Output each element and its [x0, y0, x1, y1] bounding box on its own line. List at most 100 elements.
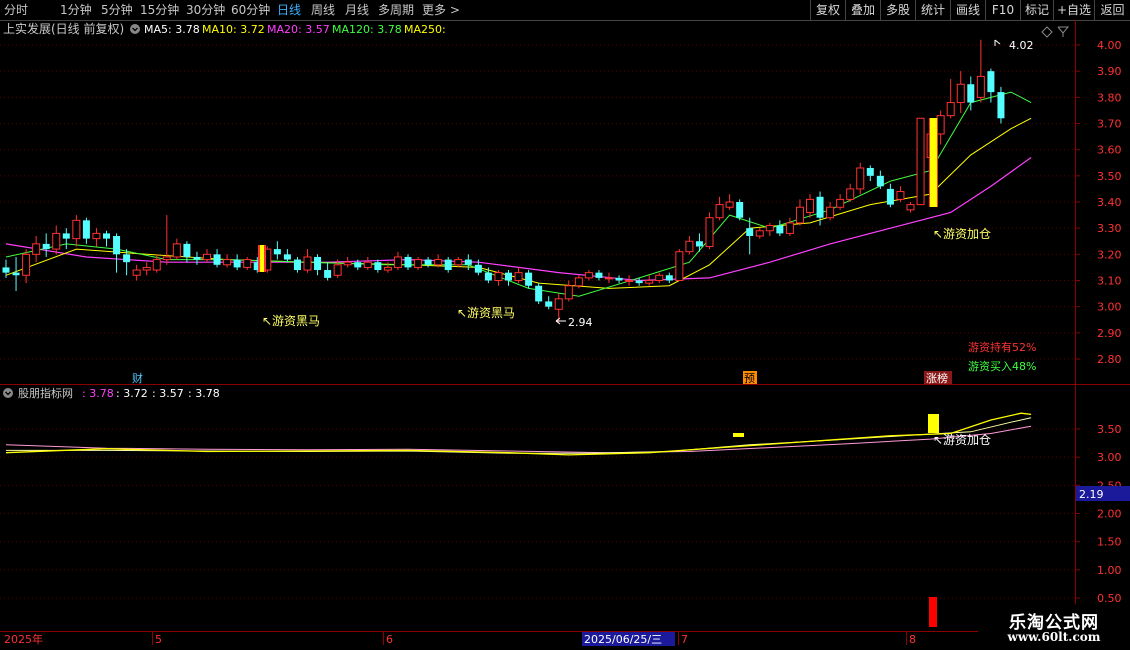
candle-body-up — [363, 261, 372, 268]
candle-body-down — [103, 233, 110, 239]
candle-body-up — [414, 259, 423, 268]
candle-body-down — [42, 243, 50, 250]
marker-forecast[interactable]: 预 — [744, 372, 755, 385]
candle-body-up — [52, 232, 61, 250]
y-tick-label: 4.00 — [1097, 39, 1122, 52]
candle-body-down — [444, 259, 452, 271]
y-tick-label: 1.00 — [1097, 564, 1122, 577]
candle-body-down — [695, 241, 703, 247]
candle-body-down — [404, 256, 412, 268]
annotation-arrow: ↖ — [933, 227, 943, 241]
ma20-label: MA20: 3.57 — [267, 23, 330, 36]
indicator-value-2: : 3.72 — [116, 387, 148, 400]
chevron-down-icon[interactable] — [3, 388, 13, 398]
low-arrow-icon — [555, 317, 566, 325]
candle-body-down — [535, 285, 543, 302]
candle-body-up — [172, 243, 181, 258]
candle-body-down — [876, 175, 884, 187]
candle-body-up — [574, 277, 583, 287]
candle-body-up — [514, 272, 523, 281]
indicator-bar-2 — [928, 414, 939, 433]
candle-body-down — [2, 267, 10, 273]
candle-body-down — [183, 243, 191, 257]
candle-body-up — [584, 272, 593, 279]
candle-body-up — [725, 201, 734, 208]
candle-body-up — [92, 232, 101, 240]
candle-body-up — [836, 198, 845, 208]
candle-body-down — [816, 196, 824, 218]
indicator-line-2 — [6, 417, 1032, 454]
candle-body-up — [454, 259, 463, 266]
y-tick-label: 3.00 — [1097, 301, 1122, 314]
candle-body-down — [82, 220, 90, 239]
candle-body-down — [776, 225, 784, 234]
candle-body-down — [464, 259, 472, 265]
candle-body-down — [314, 256, 322, 271]
volume-signal-bar — [929, 597, 937, 627]
candle-body-up — [605, 277, 613, 280]
candle-body-down — [62, 233, 70, 239]
candle-body-up — [393, 256, 402, 268]
indicator-title: 股朋指标网 — [18, 386, 73, 400]
candle-body-down — [665, 275, 673, 281]
candle-body-down — [12, 272, 20, 276]
candle-body-down — [525, 272, 533, 286]
marker-top-list[interactable]: 涨榜 — [926, 371, 948, 385]
stat-buy: 游资买入48% — [968, 360, 1036, 373]
candle-body-up — [132, 269, 141, 276]
candle-body-down — [505, 272, 512, 281]
y-tick-label: 3.50 — [1097, 170, 1122, 183]
candle-body-down — [484, 272, 492, 281]
candle-body-up — [826, 206, 835, 219]
candle-body-down — [113, 236, 121, 255]
watermark-logo-url: www.60lt.com — [1007, 630, 1101, 644]
main-y-axis: 4.00 3.90 3.80 3.70 3.60 3.50 3.40 3.30 3.20 3.10… — [1075, 39, 1122, 366]
y-tick-label: 3.60 — [1097, 144, 1122, 157]
candle-body-down — [424, 259, 432, 265]
candle-body-up — [32, 243, 41, 255]
y-tick-label: 3.00 — [1097, 451, 1122, 464]
candle-body-down — [354, 262, 362, 268]
watermark-logo: 乐淘公式网 www.60lt.com — [978, 604, 1130, 650]
chevron-down-icon[interactable] — [130, 24, 140, 34]
signal-candle-2-core — [930, 118, 937, 207]
candle-body-up — [956, 83, 965, 104]
marker-finance[interactable]: 财 — [132, 371, 143, 385]
candle-body-up — [333, 264, 342, 276]
candle-body-up — [162, 256, 171, 261]
diamond-icon[interactable] — [1041, 26, 1053, 38]
y-tick-label: 3.90 — [1097, 65, 1122, 78]
main-grid — [0, 44, 1075, 360]
candle-body-down — [746, 228, 754, 237]
candle-body-up — [142, 266, 151, 271]
candle-body-up — [765, 225, 774, 232]
x-label-august: 8 — [909, 633, 916, 646]
candle-body-up — [906, 204, 915, 211]
y-tick-label: 3.50 — [1097, 423, 1122, 436]
candle-body-up — [976, 75, 985, 98]
candle-body-down — [545, 301, 553, 307]
candle-body-up — [715, 204, 724, 219]
candle-body-down — [736, 202, 744, 218]
candle-body-up — [383, 266, 392, 271]
candle-body-down — [123, 254, 131, 263]
candle-body-up — [896, 191, 905, 200]
candle-body-down — [293, 259, 301, 271]
indicator-value-1: : 3.78 — [82, 387, 114, 400]
candle-body-up — [645, 280, 654, 284]
stock-chart[interactable]: 上实发展(日线 前复权) MA5: 3.78 MA10: 3.72 MA20: … — [0, 0, 1130, 650]
filter-icon[interactable] — [1057, 26, 1070, 37]
x-axis: 2025年 5 6 2025/06/25/三 7 8 — [4, 632, 916, 646]
candle-body-up — [625, 280, 634, 282]
candle-body-down — [283, 254, 291, 260]
y-tick-label: 3.10 — [1097, 275, 1122, 288]
candle-body-up — [22, 253, 31, 276]
candle-body-up — [243, 259, 252, 268]
x-label-year: 2025年 — [4, 632, 43, 646]
annotation-arrow: ↖ — [457, 306, 467, 320]
candle-body-up — [946, 102, 955, 117]
x-label-july: 7 — [681, 633, 688, 646]
candle-body-down — [374, 262, 382, 271]
y-tick-label: 3.70 — [1097, 118, 1122, 131]
annotation-arrow: ↖ — [262, 314, 272, 328]
